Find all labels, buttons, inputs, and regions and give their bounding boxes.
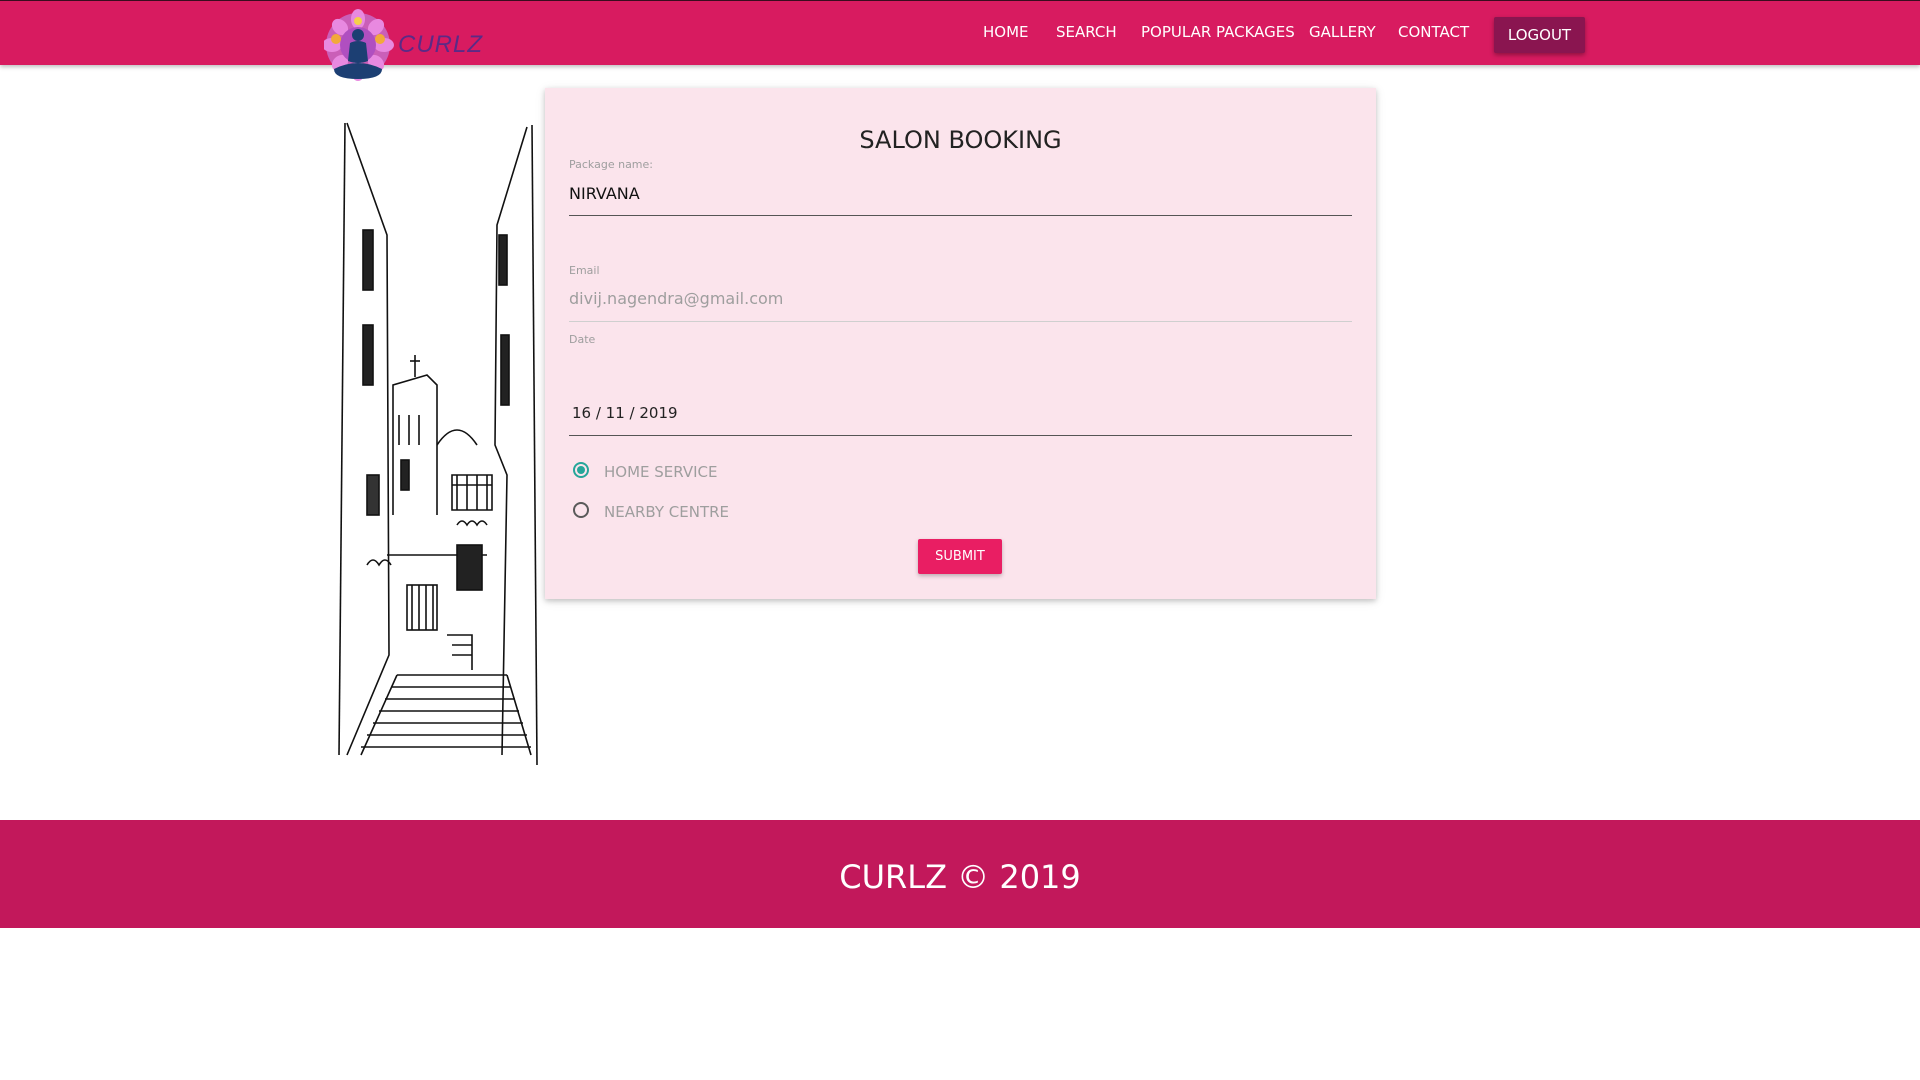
top-navbar: CURLZ HOME SEARCH POPULAR PACKAGES GALLE… bbox=[0, 0, 1920, 81]
salon-booking-card: SALON BOOKING Package name: NIRVANA Emai… bbox=[545, 88, 1376, 599]
nav-home-link[interactable]: HOME bbox=[983, 23, 1029, 41]
date-underline bbox=[569, 435, 1352, 436]
nearby-centre-label[interactable]: NEARBY CENTRE bbox=[604, 503, 729, 521]
package-name-field[interactable]: NIRVANA bbox=[569, 184, 640, 203]
email-underline bbox=[569, 321, 1352, 322]
email-field[interactable]: divij.nagendra@gmail.com bbox=[569, 289, 783, 308]
form-title: SALON BOOKING bbox=[859, 126, 1062, 154]
package-name-underline bbox=[569, 215, 1352, 216]
footer-copyright: CURLZ © 2019 bbox=[839, 858, 1081, 896]
alley-sketch-icon bbox=[338, 122, 538, 766]
alley-sketch-image bbox=[327, 115, 552, 770]
nearby-centre-radio[interactable] bbox=[573, 502, 589, 518]
email-label: Email bbox=[569, 264, 600, 277]
nav-popular-packages-link[interactable]: POPULAR PACKAGES bbox=[1141, 23, 1295, 41]
brand-name: CURLZ bbox=[398, 31, 484, 58]
home-service-label[interactable]: HOME SERVICE bbox=[604, 463, 718, 481]
page-footer: CURLZ © 2019 bbox=[0, 820, 1920, 928]
brand-logo[interactable]: CURLZ bbox=[324, 3, 482, 87]
mandala-logo-icon bbox=[324, 9, 394, 81]
submit-button[interactable]: SUBMIT bbox=[918, 539, 1002, 574]
logout-button[interactable]: LOGOUT bbox=[1494, 17, 1585, 53]
date-label: Date bbox=[569, 333, 596, 346]
nav-contact-link[interactable]: CONTACT bbox=[1398, 23, 1469, 41]
date-field[interactable]: 16 / 11 / 2019 bbox=[572, 404, 678, 422]
nav-search-link[interactable]: SEARCH bbox=[1056, 23, 1117, 41]
home-service-radio[interactable] bbox=[573, 462, 589, 478]
package-name-label: Package name: bbox=[569, 158, 653, 171]
nav-gallery-link[interactable]: GALLERY bbox=[1309, 23, 1376, 41]
